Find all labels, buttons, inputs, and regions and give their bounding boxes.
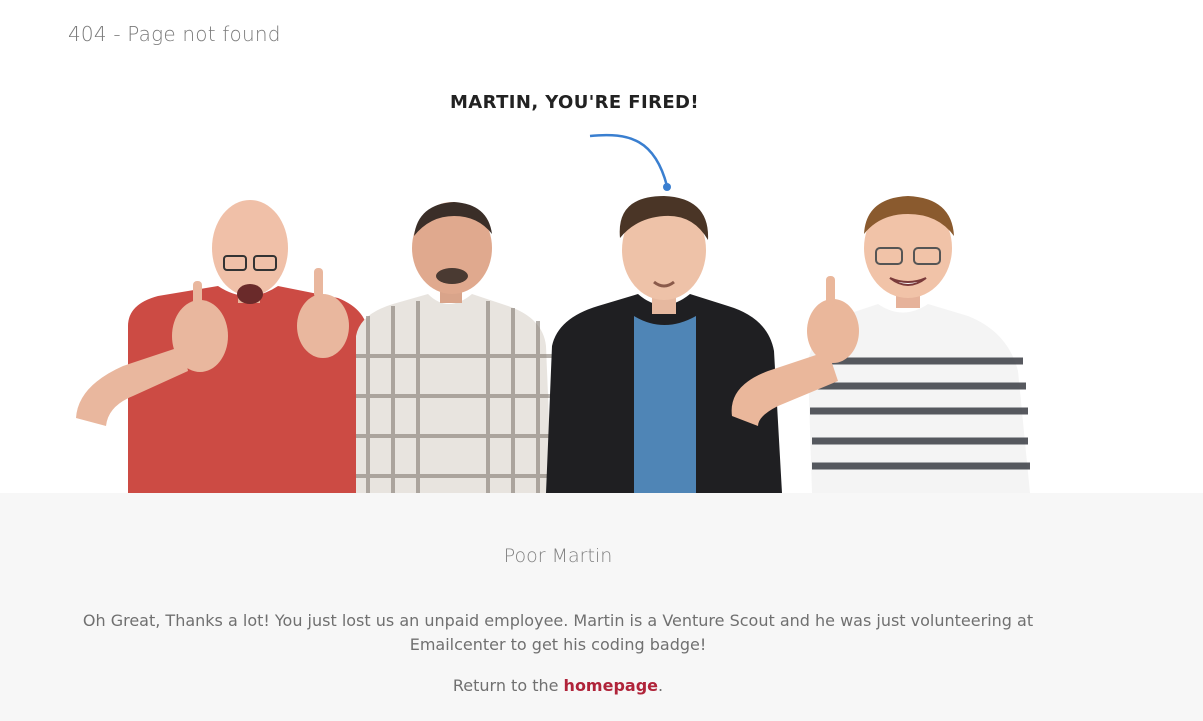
return-suffix: .: [658, 676, 664, 695]
page-title: 404 - Page not found: [68, 22, 281, 46]
subtitle: Poor Martin: [503, 545, 613, 567]
homepage-link[interactable]: homepage: [564, 676, 658, 695]
team-photo: [76, 196, 1030, 493]
return-line: Return to the homepage.: [68, 676, 1048, 695]
message-text: Oh Great, Thanks a lot! You just lost us…: [82, 611, 1034, 654]
person-martin: [546, 196, 782, 493]
person-plaid-shirt: [356, 202, 552, 493]
page-404: 404 - Page not found MARTIN, YOU'RE FIRE…: [0, 0, 1203, 721]
speech-bubble-text: MARTIN, YOU'RE FIRED!: [450, 92, 699, 113]
return-prefix: Return to the: [452, 676, 564, 695]
